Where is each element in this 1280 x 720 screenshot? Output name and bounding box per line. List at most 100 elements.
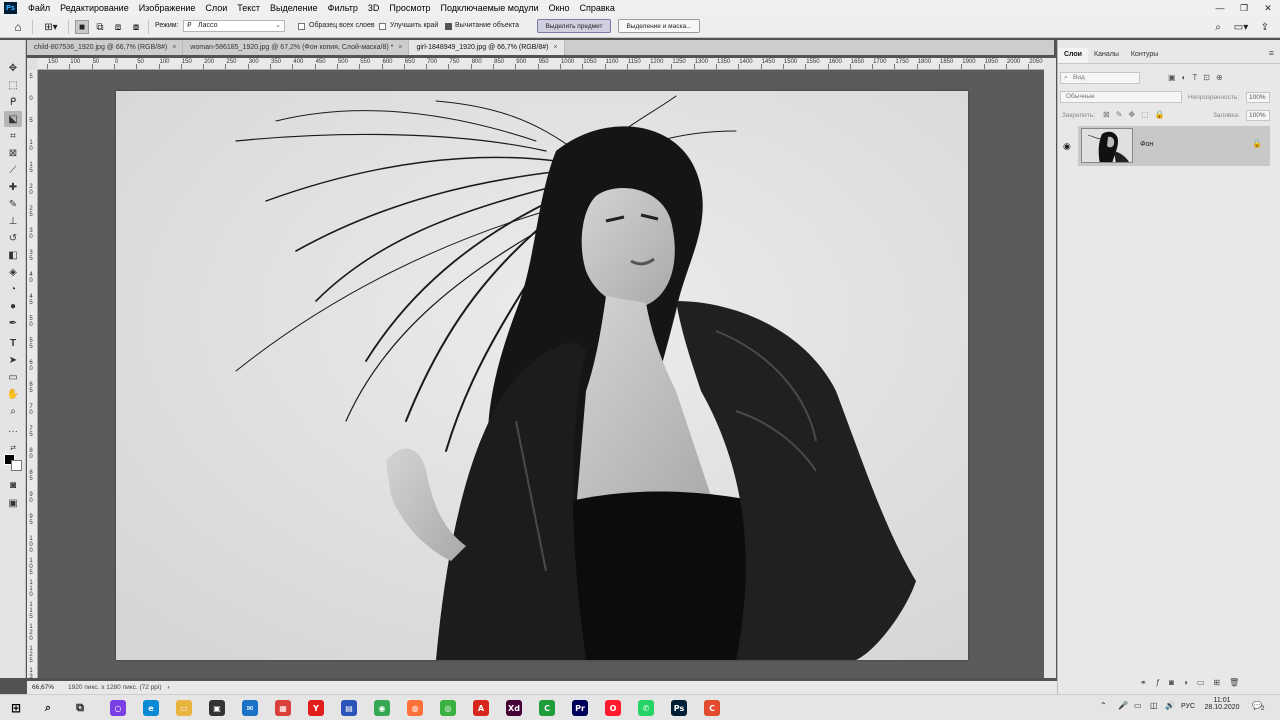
clone-stamp-tool-icon[interactable]: ⊥: [4, 213, 22, 229]
enhance-edge-checkbox[interactable]: [379, 23, 386, 30]
select-and-mask-button[interactable]: Выделение и маска...: [618, 19, 700, 33]
document-tab[interactable]: woman-586185_1920.jpg @ 67,2% (Фон копия…: [183, 40, 410, 55]
mode-select[interactable]: ᑭ Лассо ⌄: [183, 20, 285, 32]
search-icon[interactable]: ⌕: [40, 700, 56, 716]
fill-input[interactable]: 100%: [1246, 110, 1270, 121]
workspace-icon[interactable]: ▭▾: [1231, 20, 1251, 34]
history-brush-tool-icon[interactable]: ↺: [4, 230, 22, 246]
zoom-level[interactable]: 66,67%: [32, 684, 54, 691]
panel-tab[interactable]: Слои: [1058, 48, 1088, 63]
menu-item[interactable]: Текст: [232, 3, 265, 13]
subtract-from-selection-icon[interactable]: ⧈: [111, 20, 125, 34]
marquee-tool-icon[interactable]: ⬚: [4, 77, 22, 93]
notifications-icon[interactable]: 💬 2: [1252, 701, 1264, 712]
premiere-app-icon[interactable]: Pr: [572, 700, 588, 716]
camtasia-2-app-icon[interactable]: C: [539, 700, 555, 716]
vertical-scrollbar[interactable]: [1044, 58, 1056, 678]
lock-icon[interactable]: 🔒: [1252, 139, 1262, 148]
layer-kind-filter[interactable]: ⌕ Вид: [1060, 72, 1140, 84]
layers-panel-footer-icons[interactable]: ⚭ƒ◙◑▭⊞🗑: [1140, 678, 1248, 687]
ruler-origin[interactable]: [27, 58, 38, 70]
crop-tool-icon[interactable]: ⌗: [4, 128, 22, 144]
blend-mode-select[interactable]: Обычные: [1060, 91, 1182, 103]
type-tool-icon[interactable]: T: [4, 335, 22, 351]
eraser-tool-icon[interactable]: ◧: [4, 247, 22, 263]
firefox-app-icon[interactable]: ◍: [407, 700, 423, 716]
opera-app-icon[interactable]: O: [605, 700, 621, 716]
camtasia-app-icon[interactable]: ◎: [440, 700, 456, 716]
status-arrow-icon[interactable]: ›: [168, 684, 170, 691]
rectangle-tool-icon[interactable]: ▭: [4, 369, 22, 385]
store-app-icon[interactable]: ▣: [209, 700, 225, 716]
sample-all-layers-checkbox[interactable]: [298, 23, 305, 30]
object-selection-tool-icon[interactable]: ⬕: [4, 111, 22, 127]
menu-item[interactable]: 3D: [363, 3, 385, 13]
microphone-icon[interactable]: 🎤: [1118, 701, 1128, 710]
object-subtract-checkbox[interactable]: [445, 23, 452, 30]
menu-item[interactable]: Файл: [23, 3, 55, 13]
photoshop-app-icon[interactable]: Ps: [671, 700, 687, 716]
tab-close-icon[interactable]: ×: [554, 44, 558, 51]
more-tools-icon[interactable]: ···: [4, 423, 22, 439]
tool-preset-picker-icon[interactable]: ⊞▾: [40, 20, 62, 34]
edge-app-icon[interactable]: e: [143, 700, 159, 716]
zoom-tool-icon[interactable]: ⌕: [4, 403, 22, 419]
background-color-swatch[interactable]: [11, 460, 22, 471]
tab-close-icon[interactable]: ×: [172, 44, 176, 51]
close-icon[interactable]: ✕: [1256, 0, 1280, 16]
show-hidden-icons-icon[interactable]: ⌃: [1100, 701, 1107, 710]
dodge-tool-icon[interactable]: ●: [4, 298, 22, 314]
xd-app-icon[interactable]: Xd: [506, 700, 522, 716]
select-subject-button[interactable]: Выделить предмет: [537, 19, 611, 33]
paint-bucket-tool-icon[interactable]: ◈: [4, 264, 22, 280]
chrome-app-icon[interactable]: ◉: [374, 700, 390, 716]
whatsapp-app-icon[interactable]: ✆: [638, 700, 654, 716]
panel-menu-icon[interactable]: ≡: [1269, 48, 1274, 58]
menu-item[interactable]: Выделение: [265, 3, 323, 13]
document-tab[interactable]: girl-1848949_1920.jpg @ 66,7% (RGB/8#) ×: [409, 40, 565, 55]
tab-close-icon[interactable]: ×: [398, 44, 402, 51]
explorer-app-icon[interactable]: ▭: [176, 700, 192, 716]
menu-item[interactable]: Справка: [575, 3, 620, 13]
document-canvas[interactable]: [116, 91, 968, 660]
move-tool-icon[interactable]: ✥: [4, 60, 22, 76]
panel-tab[interactable]: Контуры: [1125, 48, 1164, 63]
menu-item[interactable]: Подключаемые модули: [436, 3, 544, 13]
intersect-selection-icon[interactable]: ⧇: [129, 20, 143, 34]
cortana-app-icon[interactable]: ○: [110, 700, 126, 716]
mail-app-icon[interactable]: ✉: [242, 700, 258, 716]
c-app-app-icon[interactable]: C: [704, 700, 720, 716]
blur-tool-icon[interactable]: ◔: [4, 281, 22, 297]
document-tab[interactable]: child-807536_1920.jpg @ 66,7% (RGB/8#) ×: [27, 40, 184, 55]
lock-icons[interactable]: ⊠✎✥⬚🔒: [1103, 110, 1171, 119]
network-icon[interactable]: ◫: [1150, 701, 1158, 710]
lasso-tool-icon[interactable]: ᑭ: [4, 94, 22, 110]
quick-mask-icon[interactable]: ◙: [4, 477, 22, 493]
brush-tool-icon[interactable]: ✎: [4, 196, 22, 212]
yandex-app-icon[interactable]: Y: [308, 700, 324, 716]
acrobat-app-icon[interactable]: A: [473, 700, 489, 716]
path-selection-tool-icon[interactable]: ➤: [4, 352, 22, 368]
battery-icon[interactable]: ▭: [1134, 701, 1142, 710]
share-icon[interactable]: ⇪: [1258, 20, 1272, 34]
screen-mode-icon[interactable]: ▣: [4, 495, 22, 511]
notes-app-icon[interactable]: ▤: [341, 700, 357, 716]
healing-brush-tool-icon[interactable]: ✚: [4, 179, 22, 195]
add-to-selection-icon[interactable]: ⧉: [93, 20, 107, 34]
minimize-icon[interactable]: —: [1208, 0, 1232, 16]
restore-icon[interactable]: ❐: [1232, 0, 1256, 16]
task-view-icon[interactable]: ⧉: [72, 700, 88, 716]
panel-tab[interactable]: Каналы: [1088, 48, 1125, 63]
menu-item[interactable]: Изображение: [134, 3, 201, 13]
layer-row[interactable]: Фон 🔒: [1078, 126, 1270, 166]
layer-name[interactable]: Фон: [1140, 141, 1153, 148]
pen-tool-icon[interactable]: ✒: [4, 315, 22, 331]
home-icon[interactable]: ⌂: [10, 20, 26, 34]
eye-icon[interactable]: ◉: [1063, 141, 1071, 152]
menu-item[interactable]: Просмотр: [384, 3, 435, 13]
eyedropper-tool-icon[interactable]: ⟋: [4, 162, 22, 178]
menu-item[interactable]: Редактирование: [55, 3, 134, 13]
windows-start-icon[interactable]: ⊞: [8, 700, 24, 716]
hand-tool-icon[interactable]: ✋: [4, 386, 22, 402]
gifts-app-icon[interactable]: ▦: [275, 700, 291, 716]
